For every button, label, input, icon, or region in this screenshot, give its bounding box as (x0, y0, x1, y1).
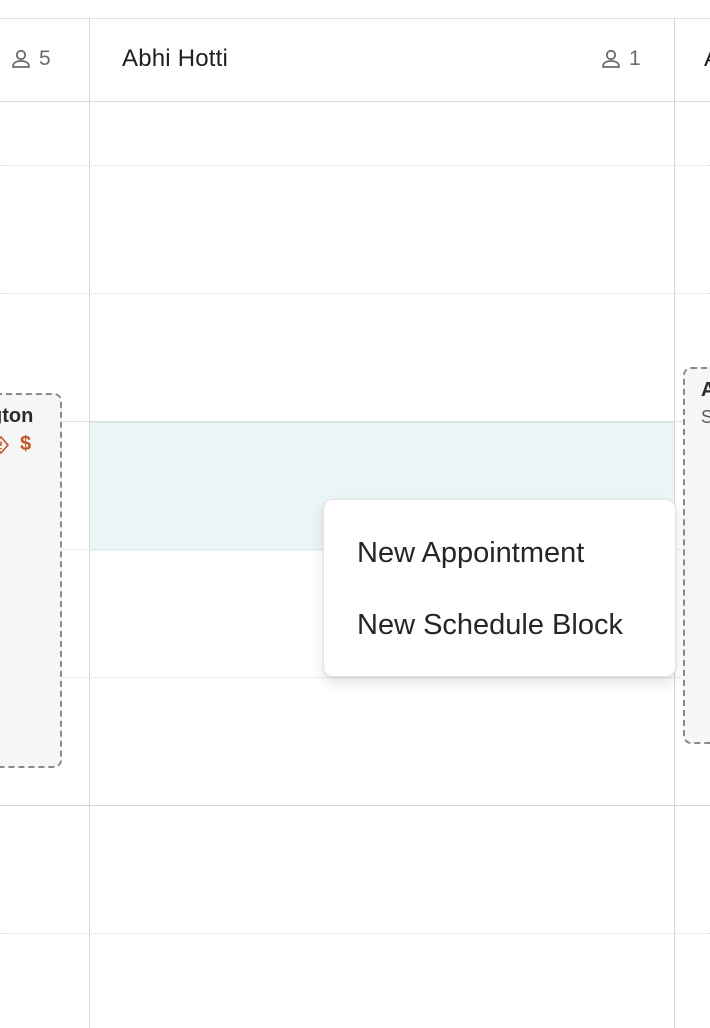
new-appointment-menu-item[interactable]: New Appointment (357, 537, 584, 570)
column-title[interactable]: A (704, 45, 710, 73)
appointment-status-icons: $ (0, 433, 31, 456)
appointment-patient-name: gton (0, 405, 34, 427)
grid-line (0, 293, 710, 294)
count-value: 5 (39, 47, 51, 70)
grid-line (0, 805, 710, 806)
left-column-patient-count: 5 (10, 47, 51, 71)
grid-line (0, 421, 710, 422)
payment-due-icon: $ (20, 433, 32, 455)
column-title[interactable]: Abhi Hotti (122, 45, 228, 73)
appointment-card[interactable]: gton $ (0, 393, 62, 768)
main-column-patient-count: 1 (600, 47, 641, 71)
appointment-card[interactable]: A S (683, 367, 710, 744)
appointment-service: S (701, 407, 710, 427)
grid-line (0, 677, 710, 678)
diamond-warning-icon (0, 435, 9, 454)
grid-line (0, 165, 710, 166)
grid-line (0, 933, 710, 934)
person-icon (12, 49, 30, 68)
count-value: 1 (629, 47, 641, 70)
column-divider (89, 18, 90, 1028)
context-menu: New Appointment New Schedule Block (323, 499, 676, 677)
appointment-patient-name: A (701, 379, 710, 401)
person-icon (602, 49, 620, 68)
new-schedule-block-menu-item[interactable]: New Schedule Block (357, 609, 623, 642)
